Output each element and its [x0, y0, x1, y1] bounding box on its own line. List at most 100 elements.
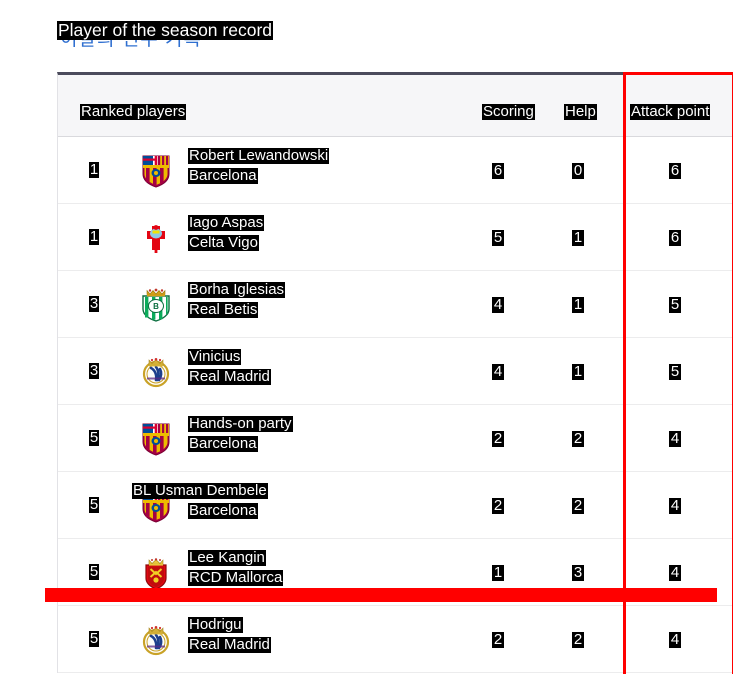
attack-point-value: 5	[668, 296, 682, 314]
player-info-cell[interactable]: 스파스Iago Aspas Celta Vigo	[188, 214, 458, 252]
scoring-value: 5	[491, 229, 505, 247]
attack-point-value: 4	[668, 631, 682, 649]
attack-point-value: 5	[668, 363, 682, 381]
scoring-cell: 6	[478, 162, 518, 180]
scoring-value: 4	[491, 296, 505, 314]
club-name[interactable]: RCD Mallorca	[188, 569, 458, 587]
rank-value: 5	[88, 429, 100, 447]
club-name-label: Real Madrid	[188, 368, 271, 386]
attack-point-value: 6	[668, 162, 682, 180]
scoring-value: 2	[491, 631, 505, 649]
scoring-cell: 4	[478, 296, 518, 314]
help-value: 1	[571, 229, 585, 247]
column-header-attack-point[interactable]: Attack point	[630, 103, 711, 121]
table-row[interactable]: 5 우스만 뎀벨레 BL Usman Dembele Barcelona 2 2 …	[58, 472, 732, 539]
player-name[interactable]: 스파스Iago Aspas	[188, 214, 458, 233]
column-header-help[interactable]: Help	[564, 103, 597, 121]
player-name[interactable]: LeeHands-on party	[142, 415, 458, 433]
rank-cell: 3	[84, 295, 104, 313]
table-row[interactable]: 5 Hodrigu 드 Real Madrid 2 2 4	[58, 606, 732, 673]
table-row[interactable]: 3 B 시아스Borha Iglesias 스 Real Betis 4 1 5	[58, 271, 732, 338]
player-name-label: Lee Kangin	[188, 549, 266, 567]
help-cell: 1	[558, 296, 598, 314]
player-info-cell[interactable]: LeeHands-on party Barcelona	[142, 415, 458, 453]
player-info-cell[interactable]: Lee Kangin RCD Mallorca	[188, 549, 458, 587]
help-cell: 3	[558, 564, 598, 582]
player-info-cell[interactable]: 우스만 뎀벨레 BL Usman Dembele Barcelona	[132, 482, 458, 520]
table-row[interactable]: 1 키Robert Lewandowski Barcelona 6 0 6	[58, 137, 732, 204]
player-name[interactable]: 키Robert Lewandowski	[188, 147, 458, 166]
help-value: 2	[571, 430, 585, 448]
attack-point-value: 6	[668, 229, 682, 247]
help-value: 1	[571, 296, 585, 314]
rank-cell: 1	[84, 161, 104, 179]
club-name-label: RCD Mallorca	[188, 569, 284, 587]
player-info-cell[interactable]: Hodrigu 드 Real Madrid	[188, 616, 458, 655]
column-header-scoring[interactable]: Scoring	[482, 103, 535, 121]
attack-point-cell: 4	[655, 631, 695, 649]
player-name[interactable]: 우스 Vinicius	[188, 348, 458, 367]
club-name[interactable]: Barcelona	[188, 167, 458, 185]
attack-point-cell: 4	[655, 430, 695, 448]
attack-point-cell: 6	[655, 162, 695, 180]
club-name-label: Barcelona	[188, 435, 258, 453]
player-name-label: BL Usman Dembele	[132, 482, 268, 500]
attack-point-cell: 4	[655, 497, 695, 515]
player-info-cell[interactable]: 우스 Vinicius 드 Real Madrid	[188, 348, 458, 387]
attack-point-cell: 4	[655, 564, 695, 582]
barcelona-crest	[137, 151, 175, 189]
player-name-label: Iago Aspas	[188, 214, 265, 232]
table-row[interactable]: 1 스파스Iago Aspas Celta Vigo 5 1 6	[58, 204, 732, 271]
club-name-original-text: 스	[266, 304, 279, 321]
table-header-row: Ranked players Scoring Help Attack point	[58, 75, 732, 137]
rank-cell: 5	[84, 496, 104, 514]
column-header-help-label: Help	[564, 103, 597, 121]
club-name[interactable]: Barcelona	[188, 502, 458, 520]
club-name[interactable]: Celta Vigo	[188, 234, 458, 252]
help-value: 2	[571, 631, 585, 649]
scoring-cell: 2	[478, 497, 518, 515]
help-value: 2	[571, 497, 585, 515]
player-name[interactable]: Hodrigu	[188, 616, 458, 634]
rank-cell: 3	[84, 362, 104, 380]
player-name-label: Hodrigu	[188, 616, 243, 634]
help-cell: 2	[558, 631, 598, 649]
scoring-cell: 1	[478, 564, 518, 582]
scoring-value: 6	[491, 162, 505, 180]
celta-vigo-crest	[137, 218, 175, 256]
help-cell: 2	[558, 430, 598, 448]
help-cell: 2	[558, 497, 598, 515]
mallorca-crest	[137, 553, 175, 591]
club-name-label: Celta Vigo	[188, 234, 259, 252]
club-name[interactable]: 드 Real Madrid	[188, 636, 458, 655]
player-name[interactable]: 우스만 뎀벨레 BL Usman Dembele	[132, 482, 458, 501]
red-underline-bar-annotation	[45, 588, 717, 602]
table-row[interactable]: 3 우스 Vinicius 드 Real Madrid 4 1 5	[58, 338, 732, 405]
attack-point-value: 4	[668, 497, 682, 515]
scoring-value: 1	[491, 564, 505, 582]
rank-cell: 5	[84, 630, 104, 648]
club-name[interactable]: 드 Real Madrid	[188, 368, 458, 387]
attack-point-value: 4	[668, 564, 682, 582]
player-info-cell[interactable]: 키Robert Lewandowski Barcelona	[188, 147, 458, 185]
player-name-label: Borha Iglesias	[188, 281, 286, 299]
help-cell: 1	[558, 229, 598, 247]
column-header-ranked-players[interactable]: Ranked players	[80, 103, 187, 121]
player-info-cell[interactable]: 시아스Borha Iglesias 스 Real Betis	[188, 281, 458, 320]
table-row[interactable]: 5 LeeHands-on party Barcelona 2 2 4	[58, 405, 732, 472]
player-name[interactable]: Lee Kangin	[188, 549, 458, 567]
club-name[interactable]: Barcelona	[188, 435, 458, 453]
player-ranking-table: Ranked players Scoring Help Attack point…	[57, 72, 732, 673]
column-header-ranked-players-label: Ranked players	[80, 103, 187, 121]
attack-point-value: 4	[668, 430, 682, 448]
club-name-label: Real Betis	[188, 301, 259, 319]
rank-cell: 1	[84, 228, 104, 246]
attack-point-cell: 5	[655, 296, 695, 314]
barcelona-crest	[137, 419, 175, 457]
club-name[interactable]: 스 Real Betis	[188, 301, 458, 320]
rank-cell: 5	[84, 429, 104, 447]
scoring-value: 2	[491, 430, 505, 448]
help-cell: 1	[558, 363, 598, 381]
player-name[interactable]: 시아스Borha Iglesias	[188, 281, 458, 300]
rank-value: 3	[88, 295, 100, 313]
